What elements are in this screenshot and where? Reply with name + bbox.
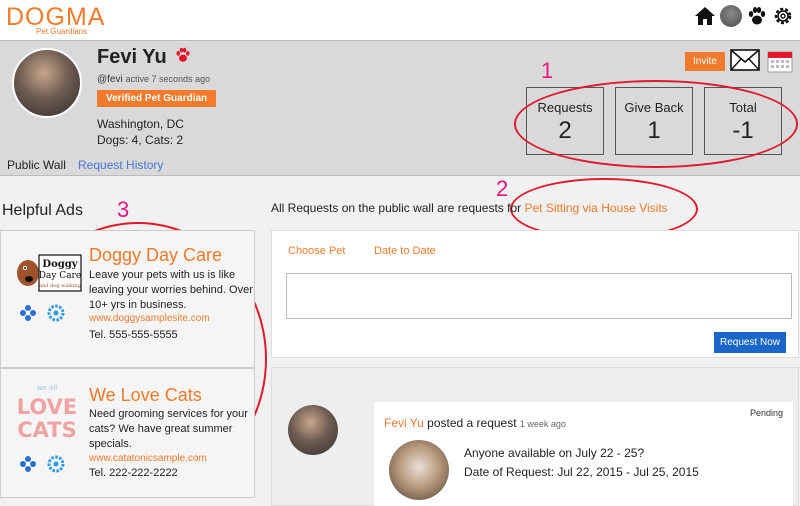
paw-icon[interactable]: [746, 5, 768, 27]
post-author-link[interactable]: Fevi Yu: [384, 416, 424, 430]
stat-requests-value: 2: [558, 117, 572, 144]
cats-logo-line-1: LOVE: [17, 395, 78, 419]
calendar-icon[interactable]: [767, 49, 793, 78]
tab-request-history[interactable]: Request History: [78, 158, 163, 172]
post-question: Anyone available on July 22 - 25?: [464, 446, 645, 460]
ad-social-icons: [19, 455, 65, 473]
post-author-avatar[interactable]: [288, 405, 338, 455]
social-flower-icon: [20, 456, 36, 472]
doggy-day-care-logo: Doggy Day Care and dog walking: [15, 249, 83, 302]
stat-requests-label: Requests: [537, 100, 593, 115]
stat-requests: Requests 2: [526, 87, 604, 155]
cats-logo-line-2: CATS: [17, 418, 76, 442]
date-range-button[interactable]: Date to Date: [374, 245, 436, 257]
ad-website-link[interactable]: www.doggysamplesite.com: [89, 313, 210, 324]
handle-text: @fevi: [97, 74, 123, 85]
top-nav-icons: [694, 5, 794, 27]
choose-pet-button[interactable]: Choose Pet: [288, 245, 345, 257]
ad-description: Need grooming services for your cats? We…: [89, 408, 248, 450]
stat-total: Total -1: [704, 87, 782, 155]
profile-name: Fevi Yu: [97, 46, 192, 69]
ad-card-doggy-day-care[interactable]: Doggy Day Care and dog walking Doggy Day…: [0, 230, 255, 368]
ad-social-icons: [19, 304, 65, 322]
request-post: Fevi Yu posted a request 1 week ago Pend…: [271, 367, 799, 506]
annotation-number-1: 1: [541, 58, 554, 83]
cats-logo-small: we all: [37, 384, 57, 392]
social-gear-icon: [47, 455, 65, 473]
ad-phone: Tel. 555-555-5555: [89, 329, 178, 341]
doggy-logo-tagline: and dog walking: [39, 283, 82, 289]
stat-give-back-value: 1: [647, 117, 661, 144]
profile-pets: Dogs: 4, Cats: 2: [97, 133, 184, 147]
social-flower-icon: [20, 305, 36, 321]
note-prefix: All Requests on the public wall are requ…: [271, 201, 522, 215]
post-time: 1 week ago: [519, 419, 566, 429]
request-now-button[interactable]: Request Now: [714, 332, 786, 353]
helpful-ads-title: Helpful Ads: [2, 202, 83, 219]
stat-total-label: Total: [729, 100, 757, 115]
we-love-cats-logo: we all LOVE CATS: [15, 381, 79, 450]
post-action: posted a request: [427, 416, 517, 430]
request-form: Choose Pet Date to Date Request Now: [271, 230, 799, 358]
annotation-number-3: 3: [117, 197, 130, 222]
user-avatar-icon[interactable]: [720, 5, 742, 27]
post-content: Fevi Yu posted a request 1 week ago Pend…: [374, 402, 793, 506]
ad-phone: Tel. 222-222-2222: [89, 467, 178, 479]
profile-city: Washington, DC: [97, 117, 184, 131]
doggy-logo-line-1: Doggy: [42, 259, 78, 270]
post-date-range: Date of Request: Jul 22, 2015 - Jul 25, …: [464, 465, 699, 479]
verified-badge: Verified Pet Guardian: [97, 90, 217, 107]
doggy-logo-line-2: Day Care: [39, 271, 81, 281]
ad-title[interactable]: We Love Cats: [89, 385, 202, 406]
ad-website-link[interactable]: www.catatonicsample.com: [89, 453, 207, 464]
stat-give-back: Give Back 1: [615, 87, 693, 155]
social-gear-icon: [47, 304, 65, 322]
annotation-number-2: 2: [496, 176, 509, 201]
public-wall-note: All Requests on the public wall are requ…: [271, 201, 668, 215]
post-header: Fevi Yu posted a request 1 week ago: [384, 416, 566, 430]
request-textarea[interactable]: [286, 273, 792, 319]
paw-icon: [174, 46, 192, 69]
status-badge: Pending: [750, 408, 784, 418]
profile-avatar[interactable]: [12, 48, 82, 118]
profile-header: Fevi Yu @fevi active 7 seconds ago Verif…: [0, 40, 800, 176]
gear-icon[interactable]: [772, 5, 794, 27]
active-status: active 7 seconds ago: [125, 74, 211, 84]
mail-icon[interactable]: [730, 49, 760, 76]
app-logo-subtitle: Pet Guardians: [36, 27, 88, 36]
top-bar: DOGMA Pet Guardians: [0, 0, 800, 40]
ad-title[interactable]: Doggy Day Care: [89, 245, 222, 266]
ad-description: Leave your pets with us is like leaving …: [89, 269, 253, 311]
invite-button[interactable]: Invite: [685, 52, 725, 71]
service-type-link[interactable]: Pet Sitting via House Visits: [524, 201, 667, 215]
ad-card-we-love-cats[interactable]: we all LOVE CATS We Love Cats Need groom…: [0, 368, 255, 498]
pet-photo[interactable]: [389, 440, 449, 500]
stat-total-value: -1: [732, 117, 754, 144]
tab-public-wall[interactable]: Public Wall: [7, 158, 66, 172]
home-icon[interactable]: [694, 5, 716, 27]
profile-name-text: Fevi Yu: [97, 46, 167, 68]
stat-give-back-label: Give Back: [624, 100, 684, 115]
profile-handle: @fevi active 7 seconds ago: [97, 74, 210, 85]
